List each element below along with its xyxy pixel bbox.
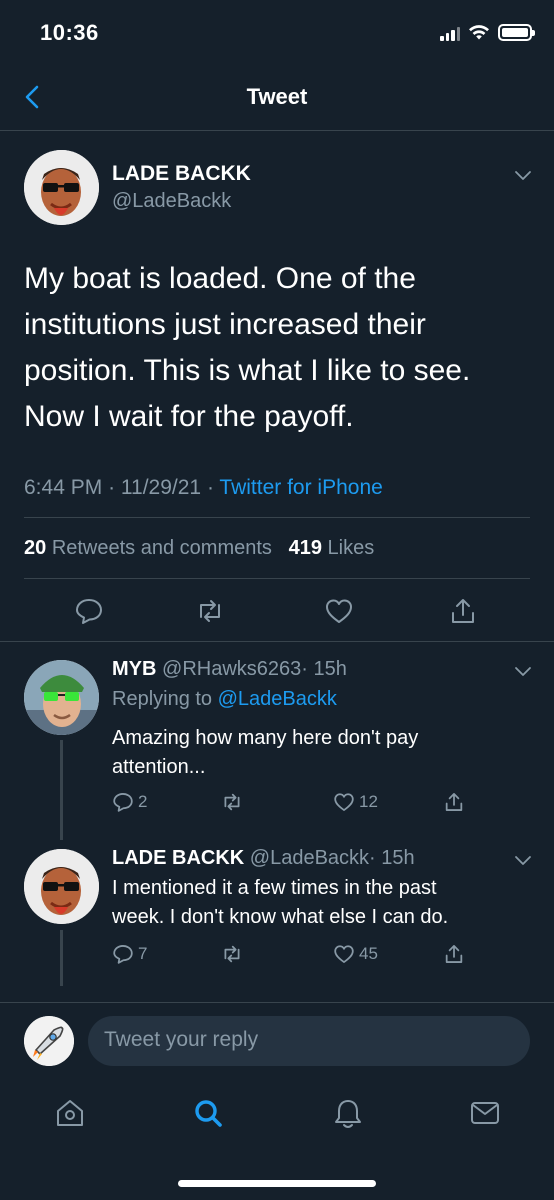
tweet-time: 6:44 PM	[24, 476, 103, 499]
home-indicator	[178, 1180, 376, 1187]
retweet-icon[interactable]	[221, 791, 243, 813]
meta-divider	[24, 517, 530, 518]
reply-text: Amazing how many here don't pay attentio…	[112, 724, 418, 782]
retweets-stat[interactable]: 20 Retweets and comments	[24, 537, 272, 559]
retweets-label: Retweets and comments	[51, 537, 272, 559]
reply-author-name[interactable]: LADE BACKK	[112, 847, 244, 869]
reply-text-line: Amazing how many here don't pay	[112, 727, 419, 749]
retweet-icon[interactable]	[221, 943, 243, 965]
page-title: Tweet	[246, 84, 308, 109]
tweet-text: My boat is loaded. One of the institutio…	[24, 262, 471, 433]
reply-text-line: attention...	[112, 756, 206, 778]
reply-action[interactable]: 7	[112, 943, 147, 965]
battery-icon	[498, 24, 535, 41]
messages-icon[interactable]	[469, 1098, 501, 1128]
author-avatar[interactable]	[24, 150, 99, 225]
meta-separator: ·	[206, 476, 214, 499]
reply-action[interactable]: 2	[112, 791, 147, 813]
stats-divider	[24, 578, 530, 579]
notifications-icon[interactable]	[332, 1097, 364, 1131]
thread-line	[60, 930, 63, 986]
reply-author-handle[interactable]: @RHawks6263	[162, 658, 301, 680]
actions-divider	[0, 641, 554, 642]
likes-label: Likes	[327, 537, 375, 559]
replying-to: Replying to @LadeBackk	[112, 688, 337, 711]
replying-to-handle[interactable]: @LadeBackk	[218, 688, 337, 710]
like-count: 45	[359, 944, 378, 963]
status-time: 10:36	[40, 20, 99, 45]
reply-author-name[interactable]: MYB	[112, 658, 156, 680]
reply-count: 2	[138, 792, 148, 811]
share-icon[interactable]	[443, 943, 465, 965]
status-icons	[440, 24, 535, 41]
reply-icon[interactable]	[74, 596, 104, 626]
reply-avatar[interactable]	[24, 660, 99, 735]
thread-line	[60, 740, 63, 840]
search-icon[interactable]	[192, 1097, 224, 1129]
like-action[interactable]: 12	[333, 791, 378, 813]
reply-icon	[113, 945, 133, 964]
reply-header: LADE BACKK @LadeBackk· 15h	[112, 847, 415, 870]
chevron-down-icon[interactable]	[512, 164, 534, 186]
retweets-count: 20	[24, 537, 47, 559]
reply-age: · 15h	[369, 847, 415, 869]
wifi-icon	[469, 24, 489, 39]
reply-text-line: week. I don't know what else I can do.	[112, 906, 449, 928]
retweet-icon[interactable]	[195, 596, 225, 626]
chevron-down-icon[interactable]	[512, 849, 534, 871]
reply-age: · 15h	[301, 658, 347, 680]
replying-to-label: Replying to	[112, 688, 213, 710]
share-icon[interactable]	[443, 791, 465, 813]
chevron-down-icon[interactable]	[512, 660, 534, 682]
reply-input-placeholder: Tweet your reply	[104, 1028, 259, 1051]
composer-divider	[0, 1002, 554, 1003]
author-name[interactable]: LADE BACKK	[112, 162, 251, 186]
reply-text: I mentioned it a few times in the past w…	[112, 874, 448, 932]
like-icon	[334, 945, 354, 963]
reply-header: MYB @RHawks6263· 15h	[112, 658, 347, 681]
tweet-stats: 20 Retweets and comments 419 Likes	[24, 537, 374, 560]
like-icon	[334, 793, 354, 811]
tweet-meta: 6:44 PM · 11/29/21 · Twitter for iPhone	[24, 476, 383, 500]
meta-separator: ·	[108, 476, 116, 499]
share-icon[interactable]	[448, 596, 478, 626]
cellular-signal-icon	[440, 25, 460, 41]
my-avatar[interactable]	[24, 1016, 74, 1066]
tweet-source-link[interactable]: Twitter for iPhone	[219, 476, 382, 499]
reply-icon	[113, 793, 133, 812]
reply-author-handle[interactable]: @LadeBackk	[250, 847, 369, 869]
tweet-date: 11/29/21	[120, 476, 202, 499]
like-icon[interactable]	[324, 596, 354, 626]
like-count: 12	[359, 792, 378, 811]
header-divider	[0, 130, 554, 131]
likes-stat[interactable]: 419 Likes	[289, 537, 375, 559]
like-action[interactable]: 45	[333, 943, 378, 965]
reply-avatar[interactable]	[24, 849, 99, 924]
author-handle[interactable]: @LadeBackk	[112, 190, 231, 213]
likes-count: 419	[288, 537, 322, 559]
reply-count: 7	[138, 944, 148, 963]
home-icon[interactable]	[54, 1097, 86, 1129]
reply-text-line: I mentioned it a few times in the past	[112, 877, 437, 899]
